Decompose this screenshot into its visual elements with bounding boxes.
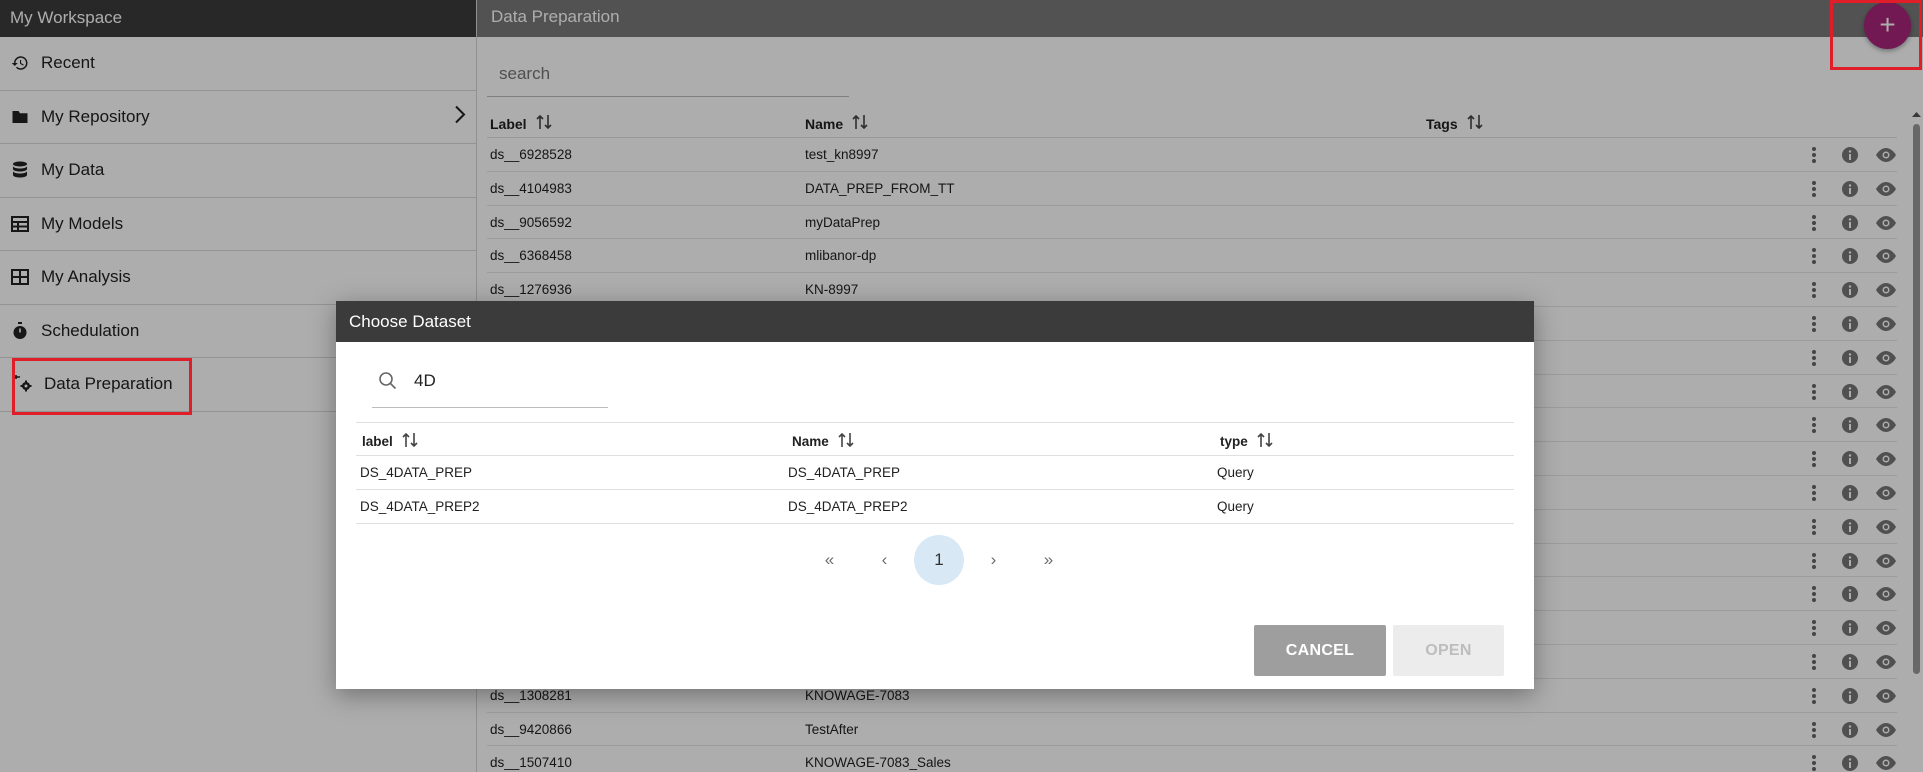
table-row[interactable]: DS_4DATA_PREP DS_4DATA_PREP Query [356,456,1514,490]
cancel-button[interactable]: CANCEL [1254,625,1386,676]
cell-name: DS_4DATA_PREP2 [788,499,908,514]
highlight-add-button [1830,0,1922,70]
prev-page-button[interactable]: ‹ [857,536,912,584]
dialog-search-input[interactable] [414,371,594,391]
open-button[interactable]: OPEN [1393,625,1504,676]
dialog-column-name[interactable]: Name [792,431,855,452]
sort-icon[interactable] [401,431,419,452]
dialog-column-type[interactable]: type [1220,431,1274,452]
dialog-column-label[interactable]: label [362,431,419,452]
dialog-table-header: label Name type [356,422,1514,456]
cell-label: DS_4DATA_PREP [360,465,473,480]
table-row[interactable]: DS_4DATA_PREP2 DS_4DATA_PREP2 Query [356,490,1514,524]
sort-icon[interactable] [837,431,855,452]
choose-dataset-dialog: Choose Dataset label Name type DS_4DATA_… [336,301,1534,689]
paginator: « ‹ 1 › » [802,535,1076,585]
dialog-dataset-table: label Name type DS_4DATA_PREP DS_4DATA_P… [356,422,1514,524]
next-page-button[interactable]: › [966,536,1021,584]
dialog-search-field[interactable] [372,355,608,408]
cell-type: Query [1217,499,1254,514]
last-page-button[interactable]: » [1021,536,1076,584]
search-icon [378,371,402,391]
sort-icon[interactable] [1256,431,1274,452]
cell-type: Query [1217,465,1254,480]
cell-label: DS_4DATA_PREP2 [360,499,480,514]
highlight-data-preparation [12,358,192,415]
dialog-title: Choose Dataset [336,301,1534,342]
first-page-button[interactable]: « [802,536,857,584]
page-1-button[interactable]: 1 [914,535,964,585]
cell-name: DS_4DATA_PREP [788,465,901,480]
